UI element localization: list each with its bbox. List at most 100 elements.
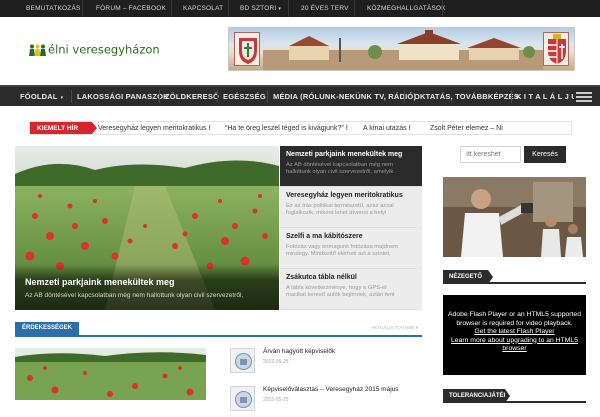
- slider-list-item[interactable]: Szelfi a ma kábítószere Fotózás vagy önm…: [280, 228, 422, 269]
- search-button[interactable]: Keresés: [524, 146, 566, 163]
- html5-upgrade-link[interactable]: Learn more about upgrading to an HTML5: [443, 337, 586, 346]
- slider-list-excerpt: Az AB döntésével kapcsolatban még nem hal…: [286, 162, 416, 176]
- search-input[interactable]: [460, 146, 521, 163]
- ticker-item-text: Veresegyház legyen meritokratikus: [98, 125, 207, 132]
- video-thumbnail[interactable]: [443, 177, 586, 257]
- slider-list-title: Szelfi a ma kábítószere: [286, 233, 363, 240]
- nav-item-health[interactable]: Egészség: [223, 87, 266, 106]
- slider-list: Nemzeti parkjaink menekültek meg Az AB d…: [280, 146, 422, 310]
- post-title[interactable]: Árván hagyott képviselők: [263, 348, 335, 355]
- section-title: Érdekességek: [15, 322, 80, 335]
- nav-separator: [404, 90, 405, 103]
- top-link-label: Bemutatkozás: [26, 5, 81, 12]
- post-thumbnail: [230, 386, 255, 411]
- top-link-forum[interactable]: Fórum – Facebook: [96, 0, 166, 17]
- nav-label: Zöldkereső: [165, 92, 220, 101]
- article-thumbnail[interactable]: [15, 348, 206, 400]
- ticker-item[interactable]: A kínai utazás !: [363, 122, 411, 134]
- top-link-label: BD Sztori: [240, 5, 277, 12]
- nav-separator: [511, 90, 512, 103]
- ticker-item[interactable]: Zsolt Péter elemez – Ni: [430, 122, 503, 134]
- nav-item-lets-figure-out[interactable]: K I T A L Á L J U K: [516, 87, 574, 106]
- html5-upgrade-link[interactable]: browser: [443, 345, 586, 354]
- slider-list-title: Zsákutca tábla nélkül: [286, 274, 357, 281]
- post-date: 2015-05-25: [263, 359, 289, 365]
- slider-caption: Nemzeti parkjaink menekültek meg Az AB d…: [15, 264, 279, 310]
- slider-excerpt: Az AB döntésével kapcsolatban még nem ha…: [25, 292, 244, 299]
- town-photo: [263, 30, 543, 70]
- ticker-item-text: Zsolt Péter elemez – Ni: [430, 125, 503, 132]
- nav-label: Egészség: [223, 92, 266, 101]
- seal-icon: [235, 353, 252, 370]
- top-separator: [442, 0, 443, 17]
- widget-divider: [443, 282, 586, 284]
- top-link-label: Közmeghallgatások: [367, 5, 446, 12]
- post-title[interactable]: Képviselőválasztás – Veresegyház 2015 má…: [263, 386, 399, 393]
- menu-icon[interactable]: [576, 90, 592, 104]
- slider-list-title: Nemzeti parkjaink menekültek meg: [286, 151, 403, 158]
- post-item[interactable]: Képviselőválasztás – Veresegyház 2015 má…: [230, 386, 420, 414]
- excerpt-line: Ez az írás politikai természetű, azaz az…: [286, 203, 394, 209]
- nav-label: Média (Rólunk-nekünk TV, Rádió): [273, 92, 417, 101]
- flash-player-notice: Adobe Flash Player or an HTML5 supported…: [443, 295, 586, 375]
- section-more-link[interactable]: Aktuális további ▾: [371, 325, 418, 331]
- nav-item-home[interactable]: Főoldal ▾: [20, 87, 63, 106]
- top-link-label: 20 éves terv: [301, 5, 349, 12]
- top-link-public-hearings[interactable]: Közmeghallgatások: [367, 0, 446, 17]
- post-item[interactable]: Árván hagyott képviselők 2015-05-25: [230, 348, 420, 376]
- featured-slider[interactable]: Nemzeti parkjaink menekültek meg Az AB d…: [15, 146, 279, 310]
- flash-text: Adobe Flash Player or an HTML5 supported: [448, 311, 581, 318]
- main-navigation: Főoldal ▾ Lakossági panaszok Zöldkereső E…: [0, 85, 600, 106]
- nav-separator: [159, 90, 160, 103]
- flash-text: browser is required for video playback.: [456, 319, 573, 327]
- top-link-about[interactable]: Bemutatkozás: [26, 0, 81, 17]
- top-separator: [288, 0, 289, 17]
- exclamation-icon: !: [408, 125, 411, 132]
- site-logo[interactable]: élni veresegyházon: [28, 42, 160, 58]
- top-link-bd-story[interactable]: BD Sztori ▾: [240, 0, 281, 17]
- excerpt-line: foglalkozik, miként lehet átvenni a hely…: [286, 210, 387, 217]
- top-link-label: Kapcsolat: [183, 5, 224, 12]
- top-separator: [82, 0, 83, 17]
- top-link-label: Fórum – Facebook: [96, 5, 167, 12]
- ticker-item[interactable]: Veresegyház legyen meritokratikus !: [98, 122, 211, 134]
- excerpt-line: mindegy. Mindkettő elérheti azt a szinte…: [286, 251, 391, 258]
- nav-label: Lakossági panaszok: [77, 92, 169, 101]
- top-link-20-year-plan[interactable]: 20 éves terv: [301, 0, 349, 17]
- slider-list-excerpt: Ez az írás politikai természetű, azaz az…: [286, 203, 416, 217]
- nav-item-green-finder[interactable]: Zöldkereső: [165, 87, 219, 106]
- slider-list-item[interactable]: Veresegyház legyen meritokratikus Ez az …: [280, 187, 422, 228]
- header-banner: [228, 27, 575, 71]
- nav-label: K I T A L Á L J U K: [516, 92, 574, 101]
- slider-list-item[interactable]: Nemzeti parkjaink menekültek meg Az AB d…: [280, 146, 422, 187]
- nav-item-education[interactable]: Oktatás, továbbképzés: [414, 87, 519, 106]
- nav-separator: [217, 90, 218, 103]
- top-bar: Bemutatkozás Fórum – Facebook Kapcsolat …: [0, 0, 600, 17]
- excerpt-line: hallottunk olyan civil szervezetről, ame…: [286, 169, 394, 176]
- nav-item-complaints[interactable]: Lakossági panaszok: [77, 87, 169, 106]
- slider-list-item[interactable]: Zsákutca tábla nélkül A tábla következmé…: [280, 269, 422, 310]
- top-separator: [228, 0, 229, 17]
- nav-item-media[interactable]: Média (Rólunk-nekünk TV, Rádió): [273, 87, 416, 106]
- nav-separator: [71, 90, 72, 103]
- exclamation-icon: !: [208, 125, 211, 132]
- chevron-down-icon: ▾: [278, 6, 282, 12]
- flash-download-link[interactable]: Get the latest Flash Player: [443, 328, 586, 337]
- hungary-crest-icon: [543, 32, 569, 66]
- ticker-label: Kiemelt hír: [30, 122, 97, 134]
- ticker-item-text: “Ha te öreg leszel téged is kivágjunk?”: [225, 125, 344, 132]
- widget-divider: [443, 401, 586, 403]
- slider-title[interactable]: Nemzeti parkjaink menekültek meg: [25, 277, 175, 287]
- ticker-item-text: A kínai utazás: [363, 125, 407, 132]
- post-thumbnail: [230, 348, 255, 373]
- excerpt-line: Fotózás vagy önmagunk fotózása majdnem: [286, 244, 399, 250]
- logo-text: élni veresegyházon: [48, 42, 160, 57]
- nav-label: Főoldal: [20, 92, 58, 101]
- widget-title-text: Toleranciajáték: [449, 393, 508, 399]
- nav-label: Oktatás, továbbképzés: [414, 92, 520, 101]
- nav-separator: [267, 90, 268, 103]
- post-date: 2015-05-25: [263, 397, 289, 403]
- ticker-item[interactable]: “Ha te öreg leszel téged is kivágjunk?” …: [225, 122, 348, 134]
- top-separator: [171, 0, 172, 17]
- top-link-contact[interactable]: Kapcsolat: [183, 0, 223, 17]
